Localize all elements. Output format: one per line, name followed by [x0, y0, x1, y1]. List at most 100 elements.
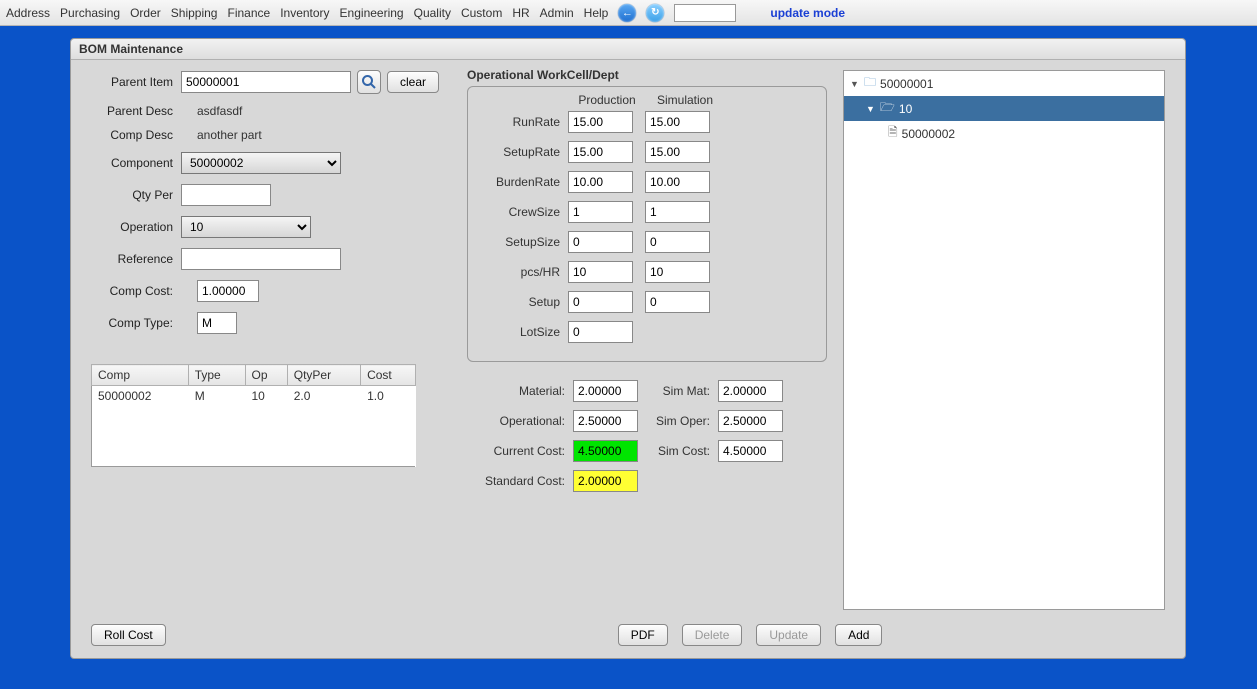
menu-address[interactable]: Address	[6, 6, 50, 20]
setuprate-prod-input[interactable]	[568, 141, 633, 163]
clear-button[interactable]: clear	[387, 71, 439, 93]
tree-operation-label: 10	[899, 102, 912, 116]
menu-bar: Address Purchasing Order Shipping Financ…	[0, 0, 1257, 26]
pcshr-label: pcs/HR	[478, 265, 568, 279]
comp-desc-value: another part	[181, 128, 262, 142]
simcost-input[interactable]	[718, 440, 783, 462]
currentcost-input[interactable]	[573, 440, 638, 462]
update-button[interactable]: Update	[756, 624, 821, 646]
menu-help[interactable]: Help	[584, 6, 609, 20]
menu-quality[interactable]: Quality	[414, 6, 451, 20]
th-qtyper[interactable]: QtyPer	[287, 365, 360, 386]
tree-node-operation[interactable]: ▼ 🗁 10	[844, 96, 1164, 121]
cell-qtyper: 2.0	[287, 386, 360, 407]
th-type[interactable]: Type	[188, 365, 245, 386]
setuprate-sim-input[interactable]	[645, 141, 710, 163]
tree-node-component[interactable]: 🗎 50000002	[844, 121, 1164, 146]
add-button[interactable]: Add	[835, 624, 882, 646]
workcell-fieldset: Production Simulation RunRate SetupRate …	[467, 86, 827, 362]
comp-type-input[interactable]	[197, 312, 237, 334]
comp-type-label: Comp Type:	[91, 316, 181, 330]
tree-toggle-icon[interactable]: ▼	[866, 104, 876, 114]
menu-shipping[interactable]: Shipping	[171, 6, 218, 20]
parent-item-lookup-button[interactable]	[357, 70, 381, 94]
component-label: Component	[91, 156, 181, 170]
runrate-prod-input[interactable]	[568, 111, 633, 133]
runrate-sim-input[interactable]	[645, 111, 710, 133]
pcshr-prod-input[interactable]	[568, 261, 633, 283]
workcell-title: Operational WorkCell/Dept	[467, 68, 827, 82]
menu-purchasing[interactable]: Purchasing	[60, 6, 120, 20]
col-simulation: Simulation	[646, 93, 724, 111]
file-icon: 🗎	[888, 123, 898, 144]
table-row[interactable]: 50000002 M 10 2.0 1.0	[92, 386, 416, 407]
bom-tree: ▼ 🗀 50000001 ▼ 🗁 10 🗎 50000002	[843, 70, 1165, 610]
burdenrate-sim-input[interactable]	[645, 171, 710, 193]
parent-desc-label: Parent Desc	[91, 104, 181, 118]
crewsize-sim-input[interactable]	[645, 201, 710, 223]
burdenrate-label: BurdenRate	[478, 175, 568, 189]
menu-inventory[interactable]: Inventory	[280, 6, 329, 20]
setup-label: Setup	[478, 295, 568, 309]
comp-cost-input[interactable]	[197, 280, 259, 302]
top-search-input[interactable]	[674, 4, 736, 22]
menu-hr[interactable]: HR	[512, 6, 529, 20]
nav-back-icon[interactable]: ←	[618, 4, 636, 22]
simmat-input[interactable]	[718, 380, 783, 402]
material-label: Material:	[467, 384, 573, 398]
crewsize-label: CrewSize	[478, 205, 568, 219]
qty-per-input[interactable]	[181, 184, 271, 206]
setupsize-prod-input[interactable]	[568, 231, 633, 253]
reference-input[interactable]	[181, 248, 341, 270]
parent-item-input[interactable]	[181, 71, 351, 93]
reference-label: Reference	[91, 252, 181, 266]
standardcost-label: Standard Cost:	[467, 474, 573, 488]
mode-label: update mode	[770, 6, 845, 20]
pdf-button[interactable]: PDF	[618, 624, 668, 646]
crewsize-prod-input[interactable]	[568, 201, 633, 223]
th-op[interactable]: Op	[245, 365, 287, 386]
operational-input[interactable]	[573, 410, 638, 432]
simoper-input[interactable]	[718, 410, 783, 432]
th-comp[interactable]: Comp	[92, 365, 189, 386]
setup-sim-input[interactable]	[645, 291, 710, 313]
currentcost-label: Current Cost:	[467, 444, 573, 458]
material-input[interactable]	[573, 380, 638, 402]
menu-finance[interactable]: Finance	[227, 6, 270, 20]
lotsize-input[interactable]	[568, 321, 633, 343]
menu-admin[interactable]: Admin	[540, 6, 574, 20]
panel-title: BOM Maintenance	[71, 39, 1185, 60]
search-icon	[361, 74, 377, 90]
component-table: Comp Type Op QtyPer Cost 50000002 M 10 2…	[91, 364, 416, 467]
roll-cost-button[interactable]: Roll Cost	[91, 624, 166, 646]
cell-op: 10	[245, 386, 287, 407]
operation-select[interactable]: 10	[181, 216, 311, 238]
component-select[interactable]: 50000002	[181, 152, 341, 174]
parent-item-label: Parent Item	[91, 75, 181, 89]
menu-order[interactable]: Order	[130, 6, 161, 20]
burdenrate-prod-input[interactable]	[568, 171, 633, 193]
pcshr-sim-input[interactable]	[645, 261, 710, 283]
standardcost-input[interactable]	[573, 470, 638, 492]
lotsize-label: LotSize	[478, 325, 568, 339]
comp-cost-label: Comp Cost:	[91, 284, 181, 298]
setupsize-label: SetupSize	[478, 235, 568, 249]
setupsize-sim-input[interactable]	[645, 231, 710, 253]
folder-open-icon: 🗁	[880, 98, 895, 119]
tree-node-root[interactable]: ▼ 🗀 50000001	[844, 71, 1164, 96]
comp-desc-label: Comp Desc	[91, 128, 181, 142]
th-cost[interactable]: Cost	[361, 365, 416, 386]
folder-icon: 🗀	[864, 73, 876, 94]
delete-button[interactable]: Delete	[682, 624, 743, 646]
cell-comp: 50000002	[92, 386, 189, 407]
bom-panel: BOM Maintenance Parent Item clear Parent…	[70, 38, 1186, 659]
qty-per-label: Qty Per	[91, 188, 181, 202]
operation-label: Operation	[91, 220, 181, 234]
menu-custom[interactable]: Custom	[461, 6, 502, 20]
cell-cost: 1.0	[361, 386, 416, 407]
tree-toggle-icon[interactable]: ▼	[850, 79, 860, 89]
menu-engineering[interactable]: Engineering	[340, 6, 404, 20]
cell-type: M	[188, 386, 245, 407]
nav-refresh-icon[interactable]: ↻	[646, 4, 664, 22]
setup-prod-input[interactable]	[568, 291, 633, 313]
